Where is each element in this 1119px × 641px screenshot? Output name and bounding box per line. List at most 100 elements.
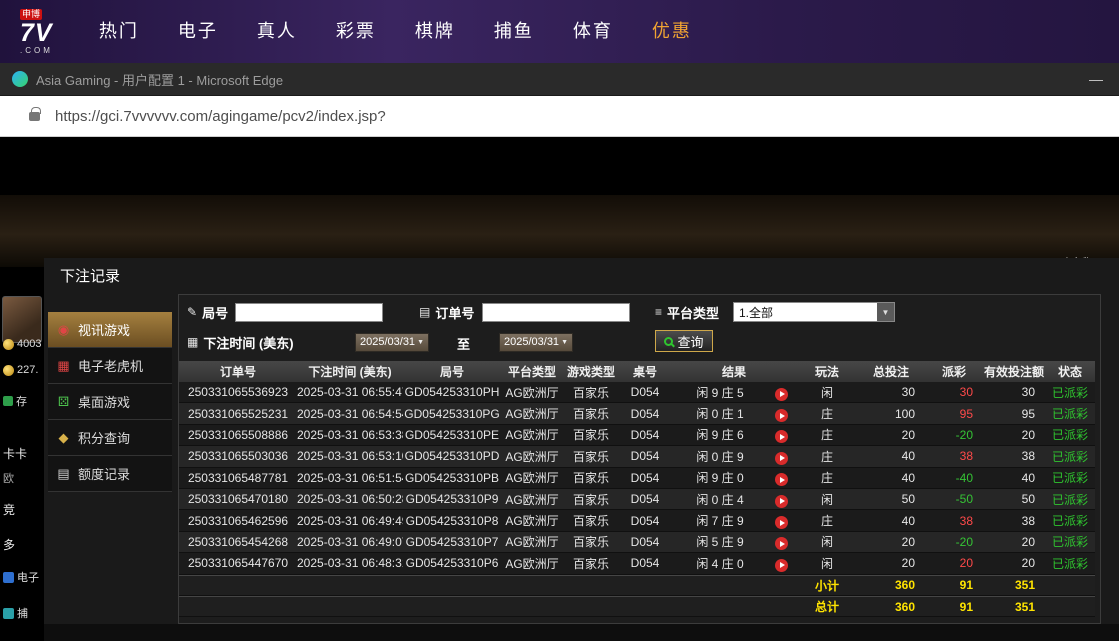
payout-cell: 38 [925, 449, 983, 463]
table-row[interactable]: 2503310654476702025-03-31 06:48:31GD0542… [179, 553, 1095, 574]
replay-button[interactable] [775, 473, 788, 486]
nav-item-1[interactable]: 热门 [99, 0, 139, 63]
payout-cell: -20 [925, 535, 983, 549]
column-header: 状态 [1045, 363, 1095, 380]
site-logo[interactable]: 申博 7V .COM [20, 9, 53, 55]
replay-button[interactable] [775, 452, 788, 465]
nav-item-7[interactable]: 体育 [573, 0, 613, 63]
sidebar-item-label: 额度记录 [78, 464, 130, 483]
status-badge: 已派彩 [1045, 555, 1095, 572]
lock-icon[interactable] [29, 112, 40, 121]
summary-bet: 360 [857, 578, 925, 592]
bet-records-table: 订单号下注时间 (美东)局号平台类型游戏类型桌号结果玩法总投注派彩有效投注额状态… [179, 361, 1095, 617]
total-bet-cell: 30 [857, 385, 925, 399]
summary-payout: 91 [925, 578, 983, 592]
bet-side-cell: 闲 [797, 491, 857, 508]
cell: 百家乐 [563, 448, 619, 465]
cell: 250331065525231 [179, 407, 297, 421]
table-row[interactable]: 2503310655369232025-03-31 06:55:47GD0542… [179, 382, 1095, 403]
address-url[interactable]: https://gci.7vvvvvv.com/agingame/pcv2/in… [55, 108, 386, 125]
panel-scroll-strip[interactable] [44, 624, 1119, 641]
deposit-shortcut[interactable]: 存 [3, 393, 27, 409]
replay-button[interactable] [775, 388, 788, 401]
sidebar-item-5[interactable]: ▤额度记录 [48, 456, 172, 492]
avatar[interactable] [2, 296, 42, 343]
replay-button[interactable] [775, 559, 788, 572]
fishing-icon [3, 608, 14, 619]
replay-button[interactable] [775, 495, 788, 508]
result-text: 闲 9 庄 6 [696, 428, 743, 442]
replay-button[interactable] [775, 409, 788, 422]
cell: AG欧洲厅 [501, 491, 563, 508]
sidebar-item-3[interactable]: ⚄桌面游戏 [48, 384, 172, 420]
summary-label: 总计 [797, 598, 857, 615]
sidebar-fragment-eu: 欧 [3, 470, 14, 486]
result-text: 闲 0 庄 4 [696, 493, 743, 507]
valid-bet-cell: 38 [983, 514, 1045, 528]
nav-item-4[interactable]: 彩票 [336, 0, 376, 63]
payout-cell: -20 [925, 428, 983, 442]
nav-item-2[interactable]: 电子 [178, 0, 218, 63]
cell: D054 [619, 492, 671, 506]
cell: 百家乐 [563, 405, 619, 422]
table-row[interactable]: 2503310654877812025-03-31 06:51:54GD0542… [179, 468, 1095, 489]
cell: 2025-03-31 06:53:38 [297, 428, 403, 442]
result-text: 闲 7 庄 9 [696, 514, 743, 528]
sidebar-item-4[interactable]: ◆积分查询 [48, 420, 172, 456]
table-row[interactable]: 2503310655088862025-03-31 06:53:38GD0542… [179, 425, 1095, 446]
minimize-button[interactable]: — [1089, 71, 1103, 87]
total-bet-cell: 100 [857, 407, 925, 421]
sidebar-fragment-slots[interactable]: 电子 [3, 569, 39, 585]
order-input[interactable] [482, 303, 630, 322]
sidebar-item-2[interactable]: ▦电子老虎机 [48, 348, 172, 384]
round-input[interactable] [235, 303, 383, 322]
sidebar-item-1[interactable]: ◉视讯游戏 [48, 312, 172, 348]
cell: 2025-03-31 06:54:54 [297, 407, 403, 421]
logo-text: 7V [20, 21, 53, 46]
replay-button[interactable] [775, 537, 788, 550]
table-row[interactable]: 2503310654701802025-03-31 06:50:28GD0542… [179, 489, 1095, 510]
page-background: AG ASIA GAMING 请下注 15 BOV 8888 3,124,076… [0, 137, 1119, 641]
cell: 250331065487781 [179, 471, 297, 485]
replay-button[interactable] [775, 430, 788, 443]
sidebar-fragment-fishing[interactable]: 捕 [3, 605, 28, 621]
total-bet-cell: 20 [857, 428, 925, 442]
status-badge: 已派彩 [1045, 384, 1095, 401]
records-content: ✎ 局号 ▤ 订单号 ≡ 平台类型 1.全部 ▼ ▦ 下注 [178, 294, 1101, 624]
table-row[interactable]: 2503310655252312025-03-31 06:54:54GD0542… [179, 403, 1095, 424]
search-icon [664, 337, 673, 346]
window-title: Asia Gaming - 用户配置 1 - Microsoft Edge [36, 70, 283, 89]
total-row: 总计36091351 [179, 596, 1095, 617]
chevron-down-icon: ▼ [561, 339, 568, 346]
cell: 2025-03-31 06:55:47 [297, 385, 403, 399]
nav-item-8[interactable]: 优惠 [652, 0, 692, 63]
table-row[interactable]: 2503310654625962025-03-31 06:49:49GD0542… [179, 510, 1095, 531]
platform-select[interactable]: 1.全部 ▼ [733, 302, 895, 322]
payout-cell: -50 [925, 492, 983, 506]
coin-icon [3, 365, 14, 376]
table-row[interactable]: 2503310655030362025-03-31 06:53:10GD0542… [179, 446, 1095, 467]
cell: GD054253310PB [403, 471, 501, 485]
nav-item-6[interactable]: 捕鱼 [494, 0, 534, 63]
nav-item-5[interactable]: 棋牌 [415, 0, 455, 63]
coin-icon [3, 339, 14, 350]
total-bet-cell: 50 [857, 492, 925, 506]
result-cell: 闲 9 庄 0 [671, 469, 797, 486]
search-button[interactable]: 查询 [655, 330, 713, 352]
table-row[interactable]: 2503310654542682025-03-31 06:49:07GD0542… [179, 532, 1095, 553]
live-casino-icon: ◉ [56, 322, 71, 338]
slots-icon [3, 572, 14, 583]
cell: D054 [619, 556, 671, 570]
cell: 250331065508886 [179, 428, 297, 442]
platform-filter: ≡ 平台类型 [655, 302, 719, 322]
valid-bet-cell: 50 [983, 492, 1045, 506]
points-icon: ◆ [56, 430, 71, 446]
replay-button[interactable] [775, 516, 788, 529]
date-to-select[interactable]: 2025/03/31 ▼ [499, 333, 573, 352]
nav-item-3[interactable]: 真人 [257, 0, 297, 63]
cell: D054 [619, 471, 671, 485]
date-from-value: 2025/03/31 [360, 336, 415, 348]
date-from-select[interactable]: 2025/03/31 ▼ [355, 333, 429, 352]
sidebar-item-label: 电子老虎机 [78, 356, 143, 375]
bet-side-cell: 闲 [797, 384, 857, 401]
